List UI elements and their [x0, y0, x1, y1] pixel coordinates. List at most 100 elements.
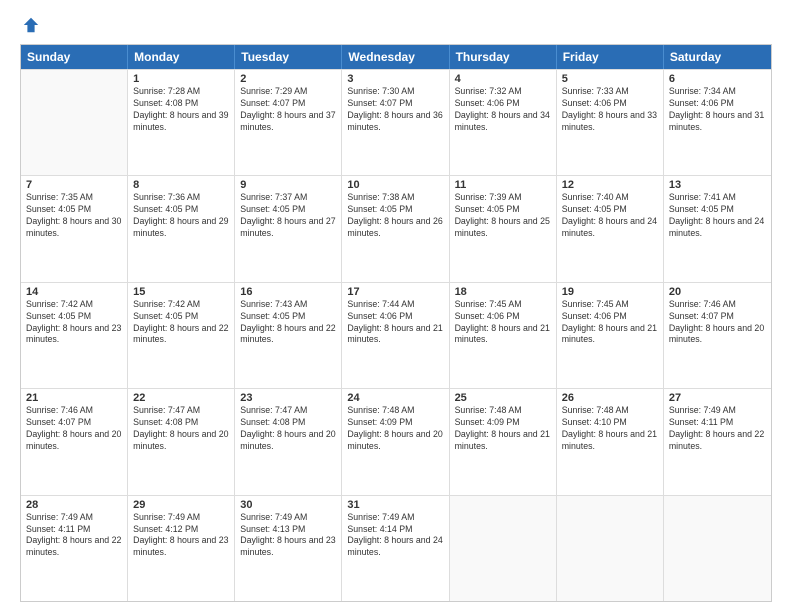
day-cell-26: 26Sunrise: 7:48 AM Sunset: 4:10 PM Dayli… [557, 389, 664, 494]
cell-info: Sunrise: 7:48 AM Sunset: 4:09 PM Dayligh… [455, 405, 551, 453]
day-cell-15: 15Sunrise: 7:42 AM Sunset: 4:05 PM Dayli… [128, 283, 235, 388]
day-cell-14: 14Sunrise: 7:42 AM Sunset: 4:05 PM Dayli… [21, 283, 128, 388]
cell-info: Sunrise: 7:49 AM Sunset: 4:13 PM Dayligh… [240, 512, 336, 560]
calendar-body: 1Sunrise: 7:28 AM Sunset: 4:08 PM Daylig… [21, 69, 771, 601]
day-number: 10 [347, 179, 443, 191]
day-number: 5 [562, 73, 658, 85]
cell-info: Sunrise: 7:46 AM Sunset: 4:07 PM Dayligh… [26, 405, 122, 453]
day-number: 2 [240, 73, 336, 85]
cell-info: Sunrise: 7:49 AM Sunset: 4:14 PM Dayligh… [347, 512, 443, 560]
cell-info: Sunrise: 7:32 AM Sunset: 4:06 PM Dayligh… [455, 86, 551, 134]
day-number: 30 [240, 499, 336, 511]
page: SundayMondayTuesdayWednesdayThursdayFrid… [0, 0, 792, 612]
empty-cell [450, 496, 557, 601]
cell-info: Sunrise: 7:28 AM Sunset: 4:08 PM Dayligh… [133, 86, 229, 134]
header-day-tuesday: Tuesday [235, 45, 342, 69]
day-cell-6: 6Sunrise: 7:34 AM Sunset: 4:06 PM Daylig… [664, 70, 771, 175]
day-cell-28: 28Sunrise: 7:49 AM Sunset: 4:11 PM Dayli… [21, 496, 128, 601]
day-number: 29 [133, 499, 229, 511]
cell-info: Sunrise: 7:47 AM Sunset: 4:08 PM Dayligh… [133, 405, 229, 453]
day-cell-27: 27Sunrise: 7:49 AM Sunset: 4:11 PM Dayli… [664, 389, 771, 494]
cell-info: Sunrise: 7:34 AM Sunset: 4:06 PM Dayligh… [669, 86, 766, 134]
cell-info: Sunrise: 7:49 AM Sunset: 4:11 PM Dayligh… [669, 405, 766, 453]
day-number: 4 [455, 73, 551, 85]
day-number: 15 [133, 286, 229, 298]
cell-info: Sunrise: 7:47 AM Sunset: 4:08 PM Dayligh… [240, 405, 336, 453]
cell-info: Sunrise: 7:42 AM Sunset: 4:05 PM Dayligh… [133, 299, 229, 347]
day-cell-13: 13Sunrise: 7:41 AM Sunset: 4:05 PM Dayli… [664, 176, 771, 281]
header [20, 16, 772, 34]
day-number: 1 [133, 73, 229, 85]
day-cell-21: 21Sunrise: 7:46 AM Sunset: 4:07 PM Dayli… [21, 389, 128, 494]
cell-info: Sunrise: 7:45 AM Sunset: 4:06 PM Dayligh… [562, 299, 658, 347]
cell-info: Sunrise: 7:30 AM Sunset: 4:07 PM Dayligh… [347, 86, 443, 134]
day-cell-17: 17Sunrise: 7:44 AM Sunset: 4:06 PM Dayli… [342, 283, 449, 388]
day-cell-25: 25Sunrise: 7:48 AM Sunset: 4:09 PM Dayli… [450, 389, 557, 494]
day-number: 21 [26, 392, 122, 404]
calendar-row-1: 1Sunrise: 7:28 AM Sunset: 4:08 PM Daylig… [21, 69, 771, 175]
cell-info: Sunrise: 7:46 AM Sunset: 4:07 PM Dayligh… [669, 299, 766, 347]
day-cell-29: 29Sunrise: 7:49 AM Sunset: 4:12 PM Dayli… [128, 496, 235, 601]
cell-info: Sunrise: 7:42 AM Sunset: 4:05 PM Dayligh… [26, 299, 122, 347]
logo-icon [22, 16, 40, 34]
day-cell-30: 30Sunrise: 7:49 AM Sunset: 4:13 PM Dayli… [235, 496, 342, 601]
day-number: 24 [347, 392, 443, 404]
day-cell-5: 5Sunrise: 7:33 AM Sunset: 4:06 PM Daylig… [557, 70, 664, 175]
day-number: 31 [347, 499, 443, 511]
day-number: 23 [240, 392, 336, 404]
calendar: SundayMondayTuesdayWednesdayThursdayFrid… [20, 44, 772, 602]
empty-cell [557, 496, 664, 601]
cell-info: Sunrise: 7:40 AM Sunset: 4:05 PM Dayligh… [562, 192, 658, 240]
calendar-row-3: 14Sunrise: 7:42 AM Sunset: 4:05 PM Dayli… [21, 282, 771, 388]
day-number: 18 [455, 286, 551, 298]
day-number: 28 [26, 499, 122, 511]
cell-info: Sunrise: 7:35 AM Sunset: 4:05 PM Dayligh… [26, 192, 122, 240]
day-number: 12 [562, 179, 658, 191]
logo [20, 16, 40, 34]
day-number: 17 [347, 286, 443, 298]
day-number: 27 [669, 392, 766, 404]
empty-cell [664, 496, 771, 601]
day-number: 9 [240, 179, 336, 191]
day-cell-31: 31Sunrise: 7:49 AM Sunset: 4:14 PM Dayli… [342, 496, 449, 601]
day-number: 13 [669, 179, 766, 191]
calendar-header: SundayMondayTuesdayWednesdayThursdayFrid… [21, 45, 771, 69]
cell-info: Sunrise: 7:37 AM Sunset: 4:05 PM Dayligh… [240, 192, 336, 240]
cell-info: Sunrise: 7:33 AM Sunset: 4:06 PM Dayligh… [562, 86, 658, 134]
day-number: 25 [455, 392, 551, 404]
day-number: 6 [669, 73, 766, 85]
day-cell-11: 11Sunrise: 7:39 AM Sunset: 4:05 PM Dayli… [450, 176, 557, 281]
cell-info: Sunrise: 7:44 AM Sunset: 4:06 PM Dayligh… [347, 299, 443, 347]
cell-info: Sunrise: 7:43 AM Sunset: 4:05 PM Dayligh… [240, 299, 336, 347]
cell-info: Sunrise: 7:36 AM Sunset: 4:05 PM Dayligh… [133, 192, 229, 240]
day-cell-24: 24Sunrise: 7:48 AM Sunset: 4:09 PM Dayli… [342, 389, 449, 494]
empty-cell [21, 70, 128, 175]
cell-info: Sunrise: 7:41 AM Sunset: 4:05 PM Dayligh… [669, 192, 766, 240]
day-cell-8: 8Sunrise: 7:36 AM Sunset: 4:05 PM Daylig… [128, 176, 235, 281]
day-number: 19 [562, 286, 658, 298]
day-cell-20: 20Sunrise: 7:46 AM Sunset: 4:07 PM Dayli… [664, 283, 771, 388]
calendar-row-5: 28Sunrise: 7:49 AM Sunset: 4:11 PM Dayli… [21, 495, 771, 601]
day-cell-22: 22Sunrise: 7:47 AM Sunset: 4:08 PM Dayli… [128, 389, 235, 494]
header-day-sunday: Sunday [21, 45, 128, 69]
day-cell-16: 16Sunrise: 7:43 AM Sunset: 4:05 PM Dayli… [235, 283, 342, 388]
header-day-saturday: Saturday [664, 45, 771, 69]
cell-info: Sunrise: 7:49 AM Sunset: 4:12 PM Dayligh… [133, 512, 229, 560]
day-number: 7 [26, 179, 122, 191]
day-cell-19: 19Sunrise: 7:45 AM Sunset: 4:06 PM Dayli… [557, 283, 664, 388]
cell-info: Sunrise: 7:38 AM Sunset: 4:05 PM Dayligh… [347, 192, 443, 240]
day-number: 3 [347, 73, 443, 85]
cell-info: Sunrise: 7:39 AM Sunset: 4:05 PM Dayligh… [455, 192, 551, 240]
day-cell-4: 4Sunrise: 7:32 AM Sunset: 4:06 PM Daylig… [450, 70, 557, 175]
calendar-row-2: 7Sunrise: 7:35 AM Sunset: 4:05 PM Daylig… [21, 175, 771, 281]
header-day-monday: Monday [128, 45, 235, 69]
cell-info: Sunrise: 7:45 AM Sunset: 4:06 PM Dayligh… [455, 299, 551, 347]
day-number: 11 [455, 179, 551, 191]
header-day-friday: Friday [557, 45, 664, 69]
day-cell-7: 7Sunrise: 7:35 AM Sunset: 4:05 PM Daylig… [21, 176, 128, 281]
day-cell-12: 12Sunrise: 7:40 AM Sunset: 4:05 PM Dayli… [557, 176, 664, 281]
cell-info: Sunrise: 7:29 AM Sunset: 4:07 PM Dayligh… [240, 86, 336, 134]
cell-info: Sunrise: 7:49 AM Sunset: 4:11 PM Dayligh… [26, 512, 122, 560]
day-cell-18: 18Sunrise: 7:45 AM Sunset: 4:06 PM Dayli… [450, 283, 557, 388]
header-day-wednesday: Wednesday [342, 45, 449, 69]
